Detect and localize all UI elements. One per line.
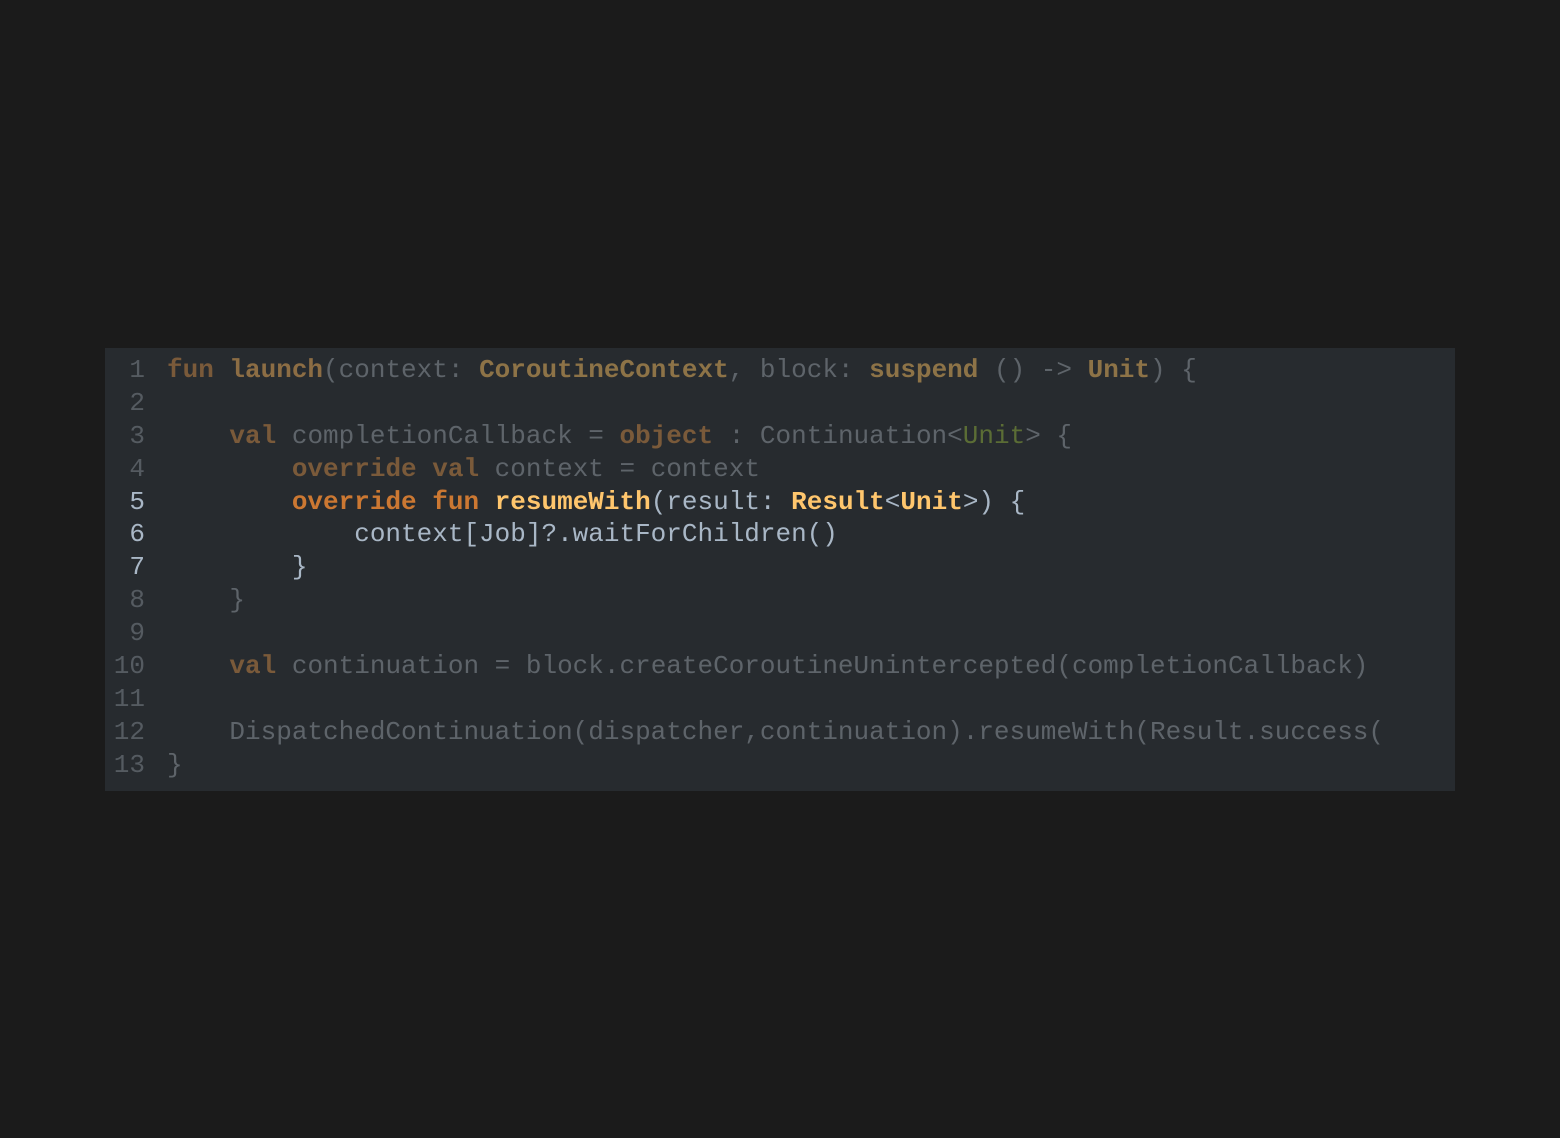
code-text: }: [167, 551, 308, 584]
code-token: context = context: [479, 453, 760, 484]
code-token: continuation = block.createCoroutineUnin…: [276, 651, 1369, 682]
code-token: >) {: [962, 486, 1026, 517]
code-text: val continuation = block.createCoroutine…: [167, 650, 1368, 683]
code-line[interactable]: 11: [105, 683, 1455, 716]
code-text: val completionCallback = object : Contin…: [167, 420, 1072, 453]
line-number: 13: [113, 749, 145, 780]
code-editor-panel[interactable]: 1 fun launch(context: CoroutineContext, b…: [105, 348, 1455, 791]
code-line[interactable]: 3 val completionCallback = object : Cont…: [105, 420, 1455, 453]
line-number: 7: [129, 552, 145, 583]
code-token: }: [167, 749, 183, 780]
code-token: <: [884, 486, 901, 517]
code-token: , block:: [728, 355, 870, 385]
code-token: }: [167, 552, 308, 583]
code-text: context[Job]?.waitForChildren(): [167, 518, 838, 551]
code-token: resumeWith: [494, 486, 651, 517]
line-number: 5: [129, 486, 145, 517]
code-token: Result: [791, 486, 885, 517]
line-number: 11: [113, 683, 145, 714]
code-token: override: [291, 486, 417, 517]
code-token: context[Job]?.waitForChildren(): [167, 519, 838, 550]
code-token: }: [167, 585, 246, 616]
code-token: > {: [1025, 420, 1072, 451]
code-token: fun: [432, 486, 480, 517]
line-number: 2: [129, 387, 145, 418]
code-line[interactable]: 1 fun launch(context: CoroutineContext, b…: [105, 354, 1455, 387]
code-text: }: [167, 749, 183, 782]
code-token: val: [229, 420, 277, 451]
code-text: override fun resumeWith(result: Result<U…: [167, 486, 1025, 519]
screen: { "editor": { "lines": [ { "number": "1"…: [0, 0, 1560, 1138]
line-number: 10: [113, 651, 145, 682]
code-token: Unit: [1087, 355, 1151, 385]
code-token: : Continuation<: [713, 420, 963, 451]
code-token: fun: [167, 355, 214, 385]
code-text: override val context = context: [167, 453, 760, 486]
line-number: 12: [113, 716, 145, 747]
code-token: completionCallback =: [276, 420, 620, 451]
code-line[interactable]: 7 }: [105, 551, 1455, 584]
code-token: launch: [229, 355, 324, 385]
code-token: object: [619, 420, 714, 451]
code-token: suspend: [869, 355, 979, 385]
code-line[interactable]: 6 context[Job]?.waitForChildren(): [105, 518, 1455, 551]
code-text: fun launch(context: CoroutineContext, bl…: [167, 354, 1197, 387]
code-token: Unit: [962, 420, 1026, 451]
code-line[interactable]: 4 override val context = context: [105, 453, 1455, 486]
line-number: 8: [129, 585, 145, 616]
code-token: CoroutineContext: [479, 355, 729, 385]
line-number: 9: [129, 618, 145, 649]
line-number: 1: [129, 355, 145, 385]
code-token: val: [432, 453, 480, 484]
code-line[interactable]: 13}: [105, 749, 1455, 782]
code-text: }: [167, 584, 245, 617]
code-token: () ->: [978, 355, 1088, 385]
code-token: override: [291, 453, 417, 484]
code-line[interactable]: 9: [105, 617, 1455, 650]
code-line[interactable]: 5 override fun resumeWith(result: Result…: [105, 486, 1455, 519]
code-text: DispatchedContinuation(dispatcher,contin…: [167, 716, 1384, 749]
code-token: (context:: [323, 355, 480, 385]
code-token: Unit: [900, 486, 963, 517]
code-token: ) {: [1150, 355, 1197, 385]
code-line[interactable]: 10 val continuation = block.createCorout…: [105, 650, 1455, 683]
line-number: 6: [129, 519, 145, 550]
code-line[interactable]: 8 }: [105, 584, 1455, 617]
line-number: 3: [129, 420, 145, 451]
code-line[interactable]: 12 DispatchedContinuation(dispatcher,con…: [105, 716, 1455, 749]
code-token: val: [229, 651, 277, 682]
code-token: DispatchedContinuation(dispatcher,contin…: [167, 716, 1384, 747]
line-number: 4: [129, 453, 145, 484]
code-line[interactable]: 2: [105, 387, 1455, 420]
code-token: (result:: [650, 486, 792, 517]
